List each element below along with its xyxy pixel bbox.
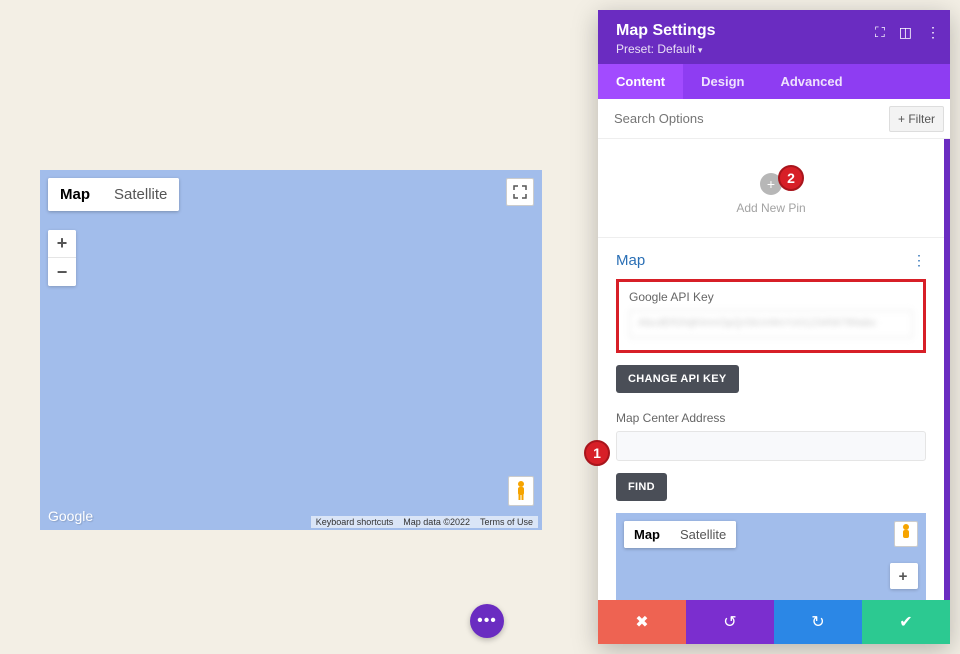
callout-one: 1 <box>584 440 610 466</box>
mini-map-type-satellite-button[interactable]: Satellite <box>670 521 736 548</box>
mini-map-type-control: Map Satellite <box>624 521 736 548</box>
api-key-value: AbcdEfGhijKlmnOpQrStUvWxYz0123456789abc <box>629 310 913 338</box>
pegman-button[interactable] <box>508 476 534 506</box>
floating-more-button[interactable]: ••• <box>470 604 504 638</box>
google-logo: Google <box>48 508 93 524</box>
map-type-satellite-button[interactable]: Satellite <box>102 178 179 211</box>
api-key-label: Google API Key <box>629 290 913 304</box>
tab-design[interactable]: Design <box>683 64 762 99</box>
map-type-map-button[interactable]: Map <box>48 178 102 211</box>
layout-icon[interactable]: ◫ <box>899 24 912 41</box>
fullscreen-button[interactable] <box>506 178 534 206</box>
preset-dropdown[interactable]: Preset: Default <box>616 42 932 56</box>
mini-map-type-map-button[interactable]: Map <box>624 521 670 548</box>
fullscreen-icon <box>513 185 527 199</box>
mini-map: Map Satellite + <box>616 513 926 600</box>
search-options-input[interactable] <box>610 103 889 134</box>
terms-link[interactable]: Terms of Use <box>475 516 538 528</box>
mini-map-pegman[interactable] <box>894 521 918 547</box>
pegman-icon <box>899 523 913 545</box>
find-button[interactable]: FIND <box>616 473 667 501</box>
zoom-out-button[interactable]: − <box>48 258 76 286</box>
change-api-key-button[interactable]: CHANGE API KEY <box>616 365 739 393</box>
expand-icon[interactable]: ⛶ <box>875 24 885 41</box>
panel-body: + Add New Pin 2 Map ⋮ Google API Key Abc… <box>598 139 950 600</box>
map-preview: Map Satellite + − Google Keyboard shortc… <box>40 170 542 530</box>
center-address-label: Map Center Address <box>616 411 926 425</box>
mini-map-zoom-in-button[interactable]: + <box>890 563 916 589</box>
settings-panel: Map Settings Preset: Default ⛶ ◫ ⋮ Conte… <box>598 10 950 644</box>
panel-actions: ✖ ↺ ↻ ✔ <box>598 600 950 644</box>
map-data-text: Map data ©2022 <box>398 516 475 528</box>
panel-search-bar: + Filter <box>598 99 950 139</box>
add-pin-label: Add New Pin <box>598 201 944 215</box>
map-section-menu[interactable]: ⋮ <box>912 252 926 269</box>
tab-advanced[interactable]: Advanced <box>762 64 860 99</box>
cancel-button[interactable]: ✖ <box>598 600 686 644</box>
callout-two: 2 <box>778 165 804 191</box>
keyboard-shortcuts-link[interactable]: Keyboard shortcuts <box>311 516 399 528</box>
undo-button[interactable]: ↺ <box>686 600 774 644</box>
map-footer-links: Keyboard shortcuts Map data ©2022 Terms … <box>311 516 538 528</box>
center-address-input[interactable] <box>616 431 926 461</box>
map-section: Map ⋮ Google API Key AbcdEfGhijKlmnOpQrS… <box>598 238 944 600</box>
panel-header: Map Settings Preset: Default ⛶ ◫ ⋮ <box>598 10 950 64</box>
tab-content[interactable]: Content <box>598 64 683 99</box>
map-section-title: Map <box>616 252 645 269</box>
panel-tabs: Content Design Advanced <box>598 64 950 99</box>
zoom-in-button[interactable]: + <box>48 230 76 258</box>
save-button[interactable]: ✔ <box>862 600 950 644</box>
filter-button[interactable]: + Filter <box>889 106 944 132</box>
map-type-control: Map Satellite <box>48 178 179 211</box>
mini-map-zoom-control: + <box>890 563 918 589</box>
redo-button[interactable]: ↻ <box>774 600 862 644</box>
more-icon[interactable]: ⋮ <box>926 24 940 41</box>
pegman-icon <box>514 480 528 502</box>
zoom-control: + − <box>48 230 76 286</box>
add-pin-area: + Add New Pin 2 <box>598 139 944 238</box>
api-key-box: Google API Key AbcdEfGhijKlmnOpQrStUvWxY… <box>616 279 926 353</box>
